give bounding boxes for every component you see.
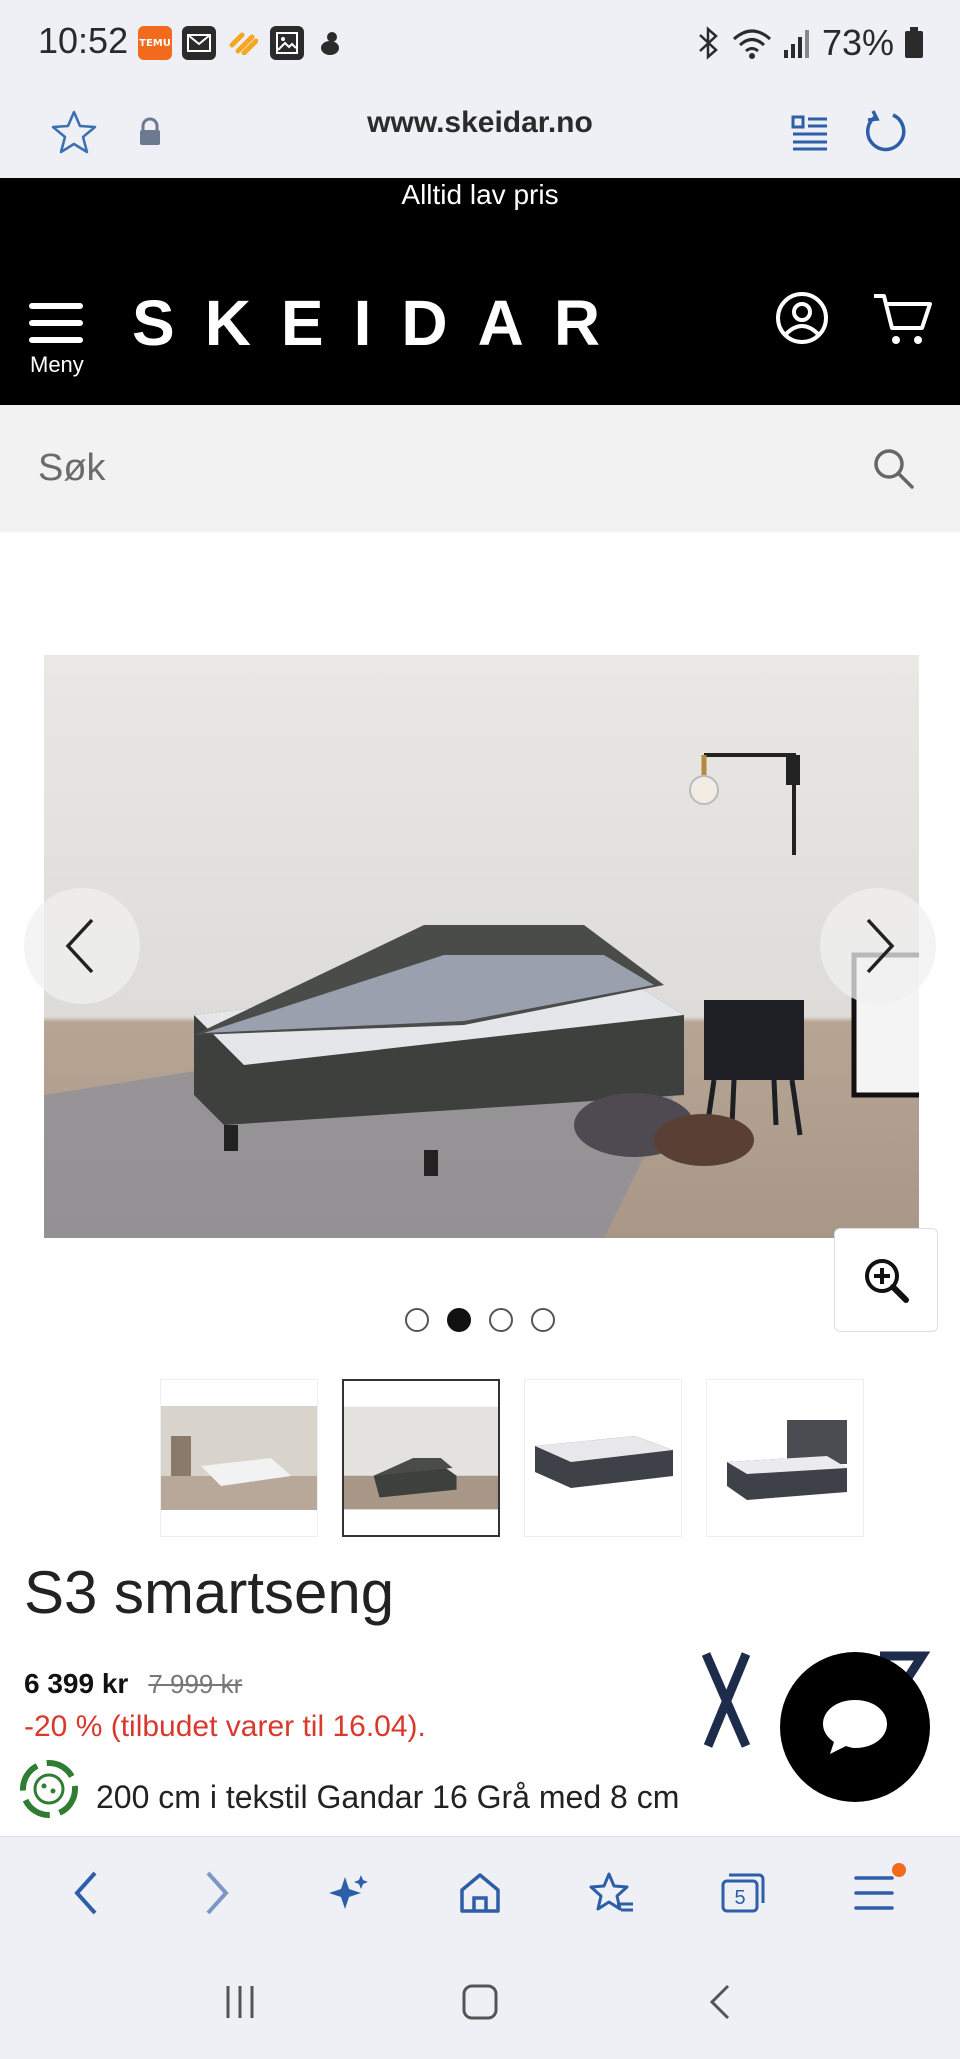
thumbnail-4[interactable] — [706, 1379, 864, 1537]
pager-dot-active[interactable] — [447, 1308, 471, 1332]
browser-url-bar: www.skeidar.no — [0, 88, 960, 178]
chevron-right-icon — [866, 918, 895, 974]
forward-arrow-icon — [206, 1871, 229, 1914]
bluetooth-icon — [699, 26, 718, 60]
back-nav-button[interactable] — [700, 1982, 740, 2026]
cart-icon — [874, 294, 932, 344]
recent-apps-icon — [226, 1985, 254, 2018]
hearts-app-icon — [226, 26, 260, 60]
tabs-icon: 5 — [721, 1873, 765, 1912]
pager-dot[interactable] — [531, 1308, 555, 1332]
promo-banner: Alltid lav pris — [0, 178, 960, 228]
chat-bubble-icon — [823, 1700, 887, 1754]
product-title: S3 smartseng — [24, 1559, 395, 1626]
current-price: 6 399 kr — [24, 1668, 129, 1699]
tabs-button[interactable]: 5 — [703, 1853, 783, 1933]
system-navigation-bar — [0, 1948, 960, 2059]
forward-button[interactable] — [177, 1853, 257, 1933]
search-icon — [874, 449, 914, 489]
system-status: 73% — [694, 22, 924, 64]
discount-text: -20 % (tilbudet varer til 16.04). — [24, 1710, 426, 1743]
next-image-button[interactable] — [820, 888, 936, 1004]
browser-bottom-bar: 5 — [0, 1836, 960, 1948]
bookmarks-button[interactable] — [571, 1853, 651, 1933]
bed-photo — [44, 753, 919, 1238]
user-icon — [776, 292, 828, 344]
status-bar: 10:52 TEMU 73% — [0, 0, 960, 88]
ai-assistant-button[interactable] — [309, 1853, 389, 1933]
mail-icon — [182, 26, 216, 60]
image-pager — [0, 1308, 960, 1332]
old-price: 7 999 kr — [148, 1669, 243, 1699]
pager-dot[interactable] — [405, 1308, 429, 1332]
back-chevron-icon — [709, 1984, 730, 2019]
browser-menu-button[interactable] — [834, 1853, 914, 1933]
home-button[interactable] — [440, 1853, 520, 1933]
search-button[interactable] — [870, 445, 920, 495]
home-icon — [460, 1872, 500, 1913]
menu-label: Meny — [30, 352, 84, 377]
thumbnail-3[interactable] — [524, 1379, 682, 1537]
previous-image-button[interactable] — [24, 888, 140, 1004]
gallery-icon — [270, 26, 304, 60]
pager-dot[interactable] — [489, 1308, 513, 1332]
chat-button[interactable] — [780, 1652, 930, 1802]
reload-icon[interactable] — [856, 102, 916, 162]
battery-percent: 73% — [821, 22, 894, 63]
zoom-in-icon — [865, 1259, 909, 1303]
wifi-icon — [732, 29, 771, 59]
site-header: Meny SKEIDAR — [0, 228, 960, 405]
back-button[interactable] — [46, 1853, 126, 1933]
price-row: 6 399 kr 7 999 kr — [24, 1668, 242, 1700]
search-bar — [0, 405, 960, 532]
svg-text:5: 5 — [734, 1887, 745, 1909]
chevron-left-icon — [65, 918, 94, 974]
cart-button[interactable] — [872, 290, 934, 348]
status-time: 10:52 — [38, 20, 129, 61]
battery-icon — [905, 27, 923, 58]
account-button[interactable] — [774, 290, 830, 346]
back-arrow-icon — [74, 1871, 97, 1914]
site-logo[interactable]: SKEIDAR — [132, 286, 630, 360]
signal-icon — [783, 30, 809, 58]
bookmarks-star-icon — [589, 1872, 634, 1911]
sparkle-icon — [328, 1874, 368, 1909]
thumbnail-strip — [160, 1379, 864, 1537]
hamburger-menu-icon — [854, 1875, 894, 1910]
thumbnail-1[interactable] — [160, 1379, 318, 1537]
home-nav-button[interactable] — [460, 1982, 500, 2026]
search-input[interactable] — [38, 443, 838, 493]
notification-dot — [892, 1862, 907, 1877]
hamburger-icon — [29, 303, 83, 343]
product-description: 200 cm i tekstil Gandar 16 Grå med 8 cm — [96, 1779, 680, 1815]
bird-app-icon — [314, 26, 348, 60]
product-image[interactable] — [44, 655, 919, 1238]
eco-label-icon — [16, 1756, 82, 1822]
home-square-icon — [462, 1984, 498, 2019]
temu-icon: TEMU — [138, 26, 172, 60]
notification-icons: TEMU — [138, 26, 348, 60]
recent-apps-button[interactable] — [220, 1982, 260, 2026]
menu-button[interactable]: Meny — [28, 298, 98, 388]
thumbnail-2[interactable] — [342, 1379, 500, 1537]
reader-mode-icon[interactable] — [780, 102, 840, 162]
